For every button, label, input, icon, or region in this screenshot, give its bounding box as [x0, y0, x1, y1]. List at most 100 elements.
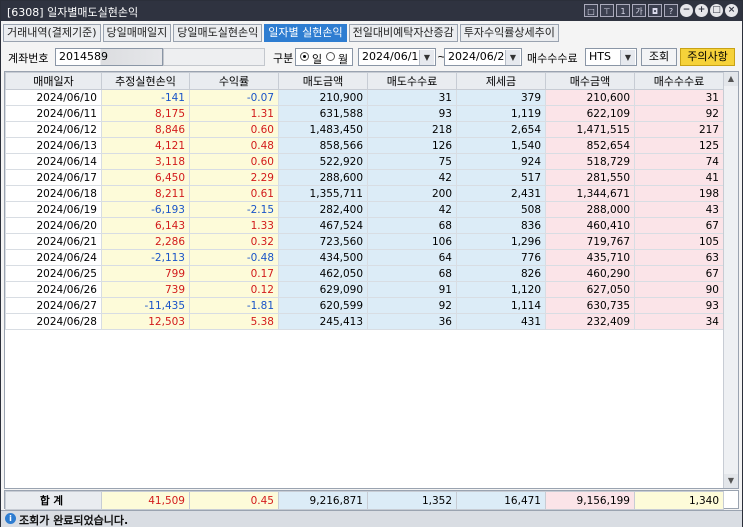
cell-buy-amount: 719,767 [545, 233, 635, 250]
tab-asset-change[interactable]: 전일대비예탁자산증감 [348, 24, 458, 42]
cell-buy-amount: 1,471,515 [545, 121, 635, 138]
window-ctrl-1-icon[interactable]: □ [584, 4, 598, 17]
cell-sell-amount: 631,588 [278, 105, 368, 122]
tab-daily-realized[interactable]: 당일매도실현손익 [173, 24, 263, 42]
empty-cell [190, 450, 279, 465]
help-icon[interactable]: ? [664, 4, 678, 17]
tab-daily-journal[interactable]: 당일매매일지 [102, 24, 172, 42]
cell-buy-fee: 125 [634, 137, 724, 154]
tab-date-realized[interactable]: 일자별 실현손익 [264, 24, 347, 42]
cell-buy-amount: 1,344,671 [545, 185, 635, 202]
header-return-rate[interactable]: 수익률 [189, 72, 279, 90]
date-to-input[interactable]: 2024/06/29 ▼ [444, 48, 522, 66]
title-bar: [6308] 일자별매도실현손익 □ ⊤ 1 가 ◘ ? − + □ × [1, 1, 742, 21]
empty-cell [279, 390, 368, 405]
cell-tax: 1,540 [456, 137, 546, 154]
table-row[interactable]: 2024/06/17 6,450 2.29 288,600 42 517 281,550 41 [5, 169, 724, 186]
empty-cell [190, 390, 279, 405]
table-row[interactable]: 2024/06/19 -6,193 -2.15 282,400 42 508 288,000… [5, 201, 724, 218]
cell-sell-fee: 31 [367, 89, 457, 106]
table-row[interactable]: 2024/06/11 8,175 1.31 631,588 93 1,119 622,109… [5, 105, 724, 122]
header-buy-amount[interactable]: 매수금액 [545, 72, 635, 90]
empty-cell [102, 345, 190, 360]
status-bar: i 조회가 완료되었습니다. [1, 510, 742, 527]
minimize-icon[interactable]: − [680, 4, 693, 17]
table-row[interactable]: 2024/06/18 8,211 0.61 1,355,711 200 2,431 1,34… [5, 185, 724, 202]
cell-return-rate: -0.48 [189, 249, 279, 266]
empty-cell [635, 330, 724, 346]
table-row[interactable]: 2024/06/27 -11,435 -1.81 620,599 92 1,114 630,… [5, 297, 724, 314]
header-sell-amount[interactable]: 매도금액 [278, 72, 368, 90]
empty-cell [635, 375, 724, 390]
empty-cell [546, 330, 635, 346]
empty-cell [102, 390, 190, 405]
empty-cell [457, 420, 546, 435]
maximize-icon[interactable]: □ [710, 4, 723, 17]
date-to-dropdown-icon[interactable]: ▼ [505, 50, 520, 65]
cell-tax: 379 [456, 89, 546, 106]
empty-cell [279, 345, 368, 360]
table-row[interactable]: 2024/06/26 739 0.12 629,090 91 1,120 627,050 90 [5, 281, 724, 298]
table-row[interactable]: 2024/06/28 12,503 5.38 245,413 36 431 232,409 3… [5, 313, 724, 330]
scroll-up-icon[interactable]: ▲ [724, 72, 738, 86]
tab-return-detail[interactable]: 투자수익률상세추이 [459, 24, 559, 42]
date-from-dropdown-icon[interactable]: ▼ [419, 50, 434, 65]
window-ctrl-2-icon[interactable]: ⊤ [600, 4, 614, 17]
header-tax[interactable]: 제세금 [456, 72, 546, 90]
empty-row [6, 420, 724, 435]
table-row[interactable]: 2024/06/20 6,143 1.33 467,524 68 836 460,410 67 [5, 217, 724, 234]
fee-select[interactable]: HTS ▼ [585, 48, 637, 66]
cell-return-rate: 1.33 [189, 217, 279, 234]
table-row[interactable]: 2024/06/10 -141 -0.07 210,900 31 379 210,600 31 [5, 89, 724, 106]
cell-sell-amount: 210,900 [278, 89, 368, 106]
date-from-input[interactable]: 2024/06/10 ▼ [358, 48, 436, 66]
table-row[interactable]: 2024/06/14 3,118 0.60 522,920 75 924 518,729 74 [5, 153, 724, 170]
tab-trade-history[interactable]: 거래내역(결제기준) [3, 24, 101, 42]
cell-return-rate: -1.81 [189, 297, 279, 314]
close-icon[interactable]: × [725, 4, 738, 17]
header-trade-date[interactable]: 매매일자 [5, 72, 102, 90]
header-sell-fee[interactable]: 매도수수료 [367, 72, 457, 90]
cell-sell-amount: 462,050 [278, 265, 368, 282]
table-row[interactable]: 2024/06/13 4,121 0.48 858,566 126 1,540 852,65… [5, 137, 724, 154]
radio-month-label: 월 [338, 53, 349, 66]
table-row[interactable]: 2024/06/12 8,846 0.60 1,483,450 218 2,654 1,47… [5, 121, 724, 138]
cell-buy-amount: 460,410 [545, 217, 635, 234]
move-icon[interactable]: + [695, 4, 708, 17]
scroll-down-icon[interactable]: ▼ [724, 474, 738, 488]
empty-cell [635, 435, 724, 450]
table-row[interactable]: 2024/06/21 2,286 0.32 723,560 106 1,296 719,76… [5, 233, 724, 250]
fee-dropdown-icon[interactable]: ▼ [620, 50, 635, 65]
notice-button[interactable]: 주의사항 [680, 48, 735, 66]
table-row[interactable]: 2024/06/25 799 0.17 462,050 68 826 460,290 67 [5, 265, 724, 282]
realized-table: 매매일자 추정실현손익 수익률 매도금액 매도수수료 제세금 매수금액 매수수수… [5, 72, 724, 465]
header-buy-fee[interactable]: 매수수수료 [634, 72, 724, 90]
empty-cell [368, 360, 457, 375]
empty-cell [190, 330, 279, 346]
table-row[interactable]: 2024/06/24 -2,113 -0.48 434,500 64 776 435,710… [5, 249, 724, 266]
cell-buy-fee: 92 [634, 105, 724, 122]
empty-cell [546, 390, 635, 405]
window-ctrl-3-icon[interactable]: 1 [616, 4, 630, 17]
control-row: 계좌번호 2014589 구분 일 월 2024/06/10 ▼ ~ 2024/0… [1, 45, 742, 69]
cell-buy-fee: 41 [634, 169, 724, 186]
cell-trade-date: 2024/06/12 [5, 121, 102, 138]
cell-sell-fee: 106 [367, 233, 457, 250]
vertical-scrollbar[interactable]: ▲ ▼ [723, 72, 738, 488]
cell-buy-fee: 74 [634, 153, 724, 170]
search-button[interactable]: 조회 [641, 48, 677, 66]
window-ctrl-5-icon[interactable]: ◘ [648, 4, 662, 17]
empty-cell [546, 360, 635, 375]
cell-return-rate: 0.12 [189, 281, 279, 298]
cell-sell-amount: 467,524 [278, 217, 368, 234]
radio-day[interactable] [300, 52, 309, 61]
radio-month[interactable] [326, 52, 335, 61]
header-est-realized[interactable]: 추정실현손익 [101, 72, 190, 90]
empty-cell [368, 405, 457, 420]
cell-buy-amount: 460,290 [545, 265, 635, 282]
account-input[interactable]: 2014589 [55, 48, 163, 66]
cell-tax: 431 [456, 313, 546, 330]
window-ctrl-4-icon[interactable]: 가 [632, 4, 646, 17]
fee-label: 매수수수료 [527, 52, 578, 65]
total-buy-fee: 1,340 [634, 491, 724, 510]
